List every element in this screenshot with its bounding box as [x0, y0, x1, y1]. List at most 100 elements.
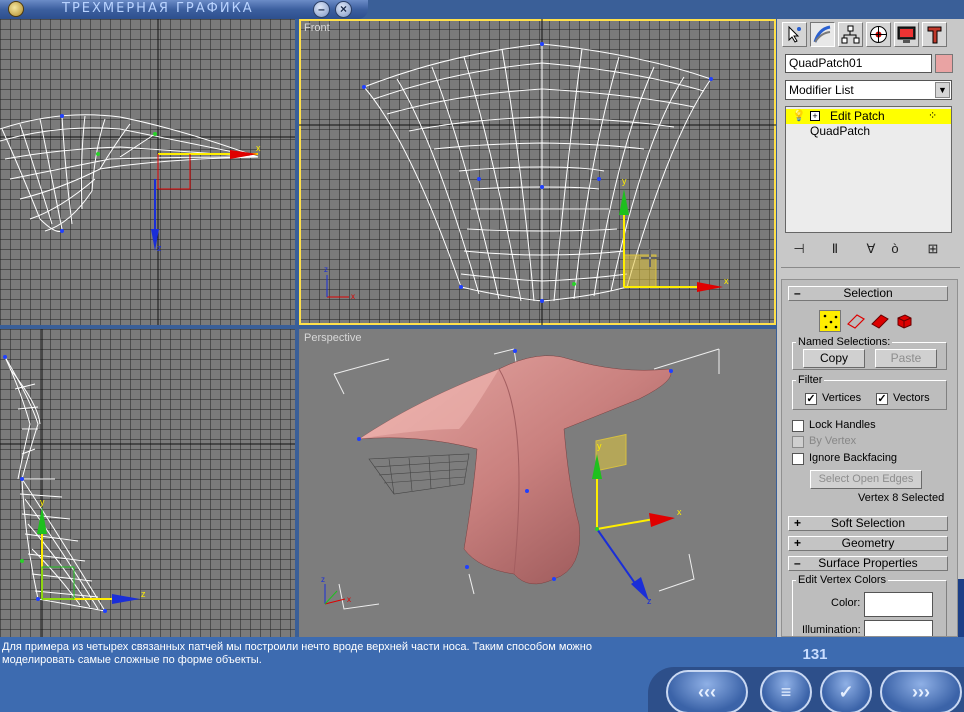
display-icon: [897, 26, 916, 43]
window-title: ТРЕХМЕРНАЯ ГРАФИКА: [62, 1, 254, 16]
persp-axis-y-label: y: [597, 441, 602, 451]
select-open-edges-button[interactable]: Select Open Edges: [810, 470, 922, 489]
vertices-label: Vertices: [822, 392, 862, 404]
modifier-list-label: Modifier List: [789, 83, 854, 97]
stack-item-quadpatch[interactable]: QuadPatch: [786, 124, 951, 139]
object-color-swatch[interactable]: [935, 54, 953, 73]
rollout-selection-header[interactable]: – Selection: [788, 286, 948, 301]
copy-button[interactable]: Copy: [803, 349, 865, 368]
sub-object-icon: ⁘: [928, 110, 938, 122]
top-axis-z-label: z: [157, 243, 162, 253]
by-vertex-label: By Vertex: [809, 435, 857, 447]
rollout-surface-properties-title: Surface Properties: [818, 556, 918, 570]
rollout-geometry-header[interactable]: + Geometry: [788, 536, 948, 551]
rollout-soft-selection-header[interactable]: + Soft Selection: [788, 516, 948, 531]
motion-icon: [870, 26, 887, 43]
show-end-result-icon[interactable]: Ⅱ: [827, 241, 843, 257]
rollout-soft-selection-title: Soft Selection: [830, 516, 906, 530]
chevron-down-icon[interactable]: ▼: [935, 82, 950, 98]
tab-display[interactable]: [894, 22, 919, 47]
patch-level-icon[interactable]: [869, 310, 891, 332]
left-axis-y-label: y: [40, 497, 45, 507]
close-button[interactable]: ×: [335, 1, 352, 18]
tab-create[interactable]: [782, 22, 807, 47]
ignore-backfacing-checkbox[interactable]: [792, 453, 804, 465]
lightbulb-icon[interactable]: 💡: [792, 109, 806, 124]
stack-item-edit-patch[interactable]: 💡 + Edit Patch ⁘: [786, 109, 951, 124]
paste-button[interactable]: Paste: [875, 349, 937, 368]
modifier-list-dropdown[interactable]: Modifier List ▼: [785, 80, 952, 100]
utilities-icon: [927, 26, 942, 44]
front-gizmo-z-label: z: [324, 265, 328, 274]
vertex-level-icon[interactable]: [819, 310, 841, 332]
sub-object-level-buttons: [819, 310, 919, 334]
object-name-input[interactable]: QuadPatch01: [785, 54, 932, 73]
illumination-label: Illumination:: [802, 624, 861, 636]
app-window: ТРЕХМЕРНАЯ ГРАФИКА – × x z Front y x x z…: [0, 0, 964, 712]
command-panel: QuadPatch01 Modifier List ▼ 💡 + Edit Pat…: [777, 19, 964, 637]
vertices-checkbox[interactable]: ✓: [805, 393, 817, 405]
modify-icon: [813, 25, 831, 43]
tab-modify[interactable]: [810, 22, 835, 47]
rollout-surface-properties-header[interactable]: – Surface Properties: [788, 556, 948, 571]
viewport-front-mesh: y x x z: [299, 19, 776, 325]
edit-vertex-colors-label: Edit Vertex Colors: [796, 574, 889, 586]
stack-item-label: QuadPatch: [810, 124, 871, 138]
persp-gizmo-x-label: x: [347, 595, 351, 604]
lock-handles-checkbox[interactable]: [792, 420, 804, 432]
tab-utilities[interactable]: [922, 22, 947, 47]
selection-status: Vertex 8 Selected: [858, 492, 945, 504]
ignore-backfacing-label: Ignore Backfacing: [809, 452, 898, 464]
viewport-perspective-scene: y x z x z: [321, 348, 720, 610]
configure-sets-icon[interactable]: ⊞: [925, 241, 941, 257]
viewport-left-mesh: z y: [0, 329, 295, 637]
rollouts-container: – Selection Named Selections: Copy Paste…: [781, 279, 958, 637]
minimize-button[interactable]: –: [313, 1, 330, 18]
menu-button[interactable]: ≡: [760, 670, 812, 712]
page-number: 131: [802, 646, 828, 663]
persp-gizmo-z-label: z: [321, 575, 325, 584]
left-axis-z-label: z: [141, 589, 146, 599]
check-button[interactable]: ✓: [820, 670, 872, 712]
filter-label: Filter: [796, 374, 825, 386]
next-page-button[interactable]: ›››: [880, 670, 962, 712]
element-level-icon[interactable]: [893, 310, 915, 332]
by-vertex-checkbox[interactable]: [792, 436, 804, 448]
stack-item-label: Edit Patch: [830, 109, 885, 123]
viewport-front[interactable]: Front y x x z: [299, 19, 776, 325]
remove-modifier-icon[interactable]: ò: [887, 241, 903, 257]
color-label: Color:: [831, 597, 861, 609]
panel-scrollbar[interactable]: [958, 579, 964, 637]
bottom-bar: Для примера из четырех связанных патчей …: [0, 637, 964, 712]
vectors-label: Vectors: [893, 392, 930, 404]
title-bar: ТРЕХМЕРНАЯ ГРАФИКА – ×: [0, 0, 368, 19]
app-logo-icon[interactable]: [8, 1, 24, 17]
pin-stack-icon[interactable]: ⊣: [791, 241, 807, 257]
top-axis-x-label: x: [256, 143, 261, 153]
lock-handles-label: Lock Handles: [809, 419, 876, 431]
persp-axis-z-label: z: [647, 596, 652, 606]
command-panel-tabs: [777, 19, 964, 49]
rollout-selection-title: Selection: [843, 286, 893, 300]
edge-level-icon[interactable]: [845, 310, 867, 332]
viewport-perspective[interactable]: Perspective y x z x z: [299, 329, 776, 637]
vertex-color-swatch[interactable]: [864, 592, 933, 617]
front-axis-x-label: x: [724, 276, 729, 286]
tab-hierarchy[interactable]: [838, 22, 863, 47]
front-axis-y-label: y: [622, 176, 627, 186]
viewport-top[interactable]: x z: [0, 19, 295, 325]
named-selections-label: Named Selections:: [796, 336, 893, 348]
viewport-left[interactable]: z y: [0, 329, 295, 637]
stack-toolbar: ⊣ Ⅱ ∀ ò ⊞: [787, 241, 952, 259]
expand-plus-icon[interactable]: +: [810, 111, 820, 121]
modifier-stack: 💡 + Edit Patch ⁘ QuadPatch: [785, 106, 952, 233]
vectors-checkbox[interactable]: ✓: [876, 393, 888, 405]
description-text: Для примера из четырех связанных патчей …: [2, 641, 592, 666]
rollout-geometry-title: Geometry: [841, 536, 895, 550]
persp-axis-x-label: x: [677, 507, 682, 517]
prev-page-button[interactable]: ‹‹‹: [666, 670, 748, 712]
tab-motion[interactable]: [866, 22, 891, 47]
divider: [781, 267, 960, 268]
illumination-color-swatch[interactable]: [864, 620, 933, 636]
make-unique-icon[interactable]: ∀: [863, 241, 879, 257]
